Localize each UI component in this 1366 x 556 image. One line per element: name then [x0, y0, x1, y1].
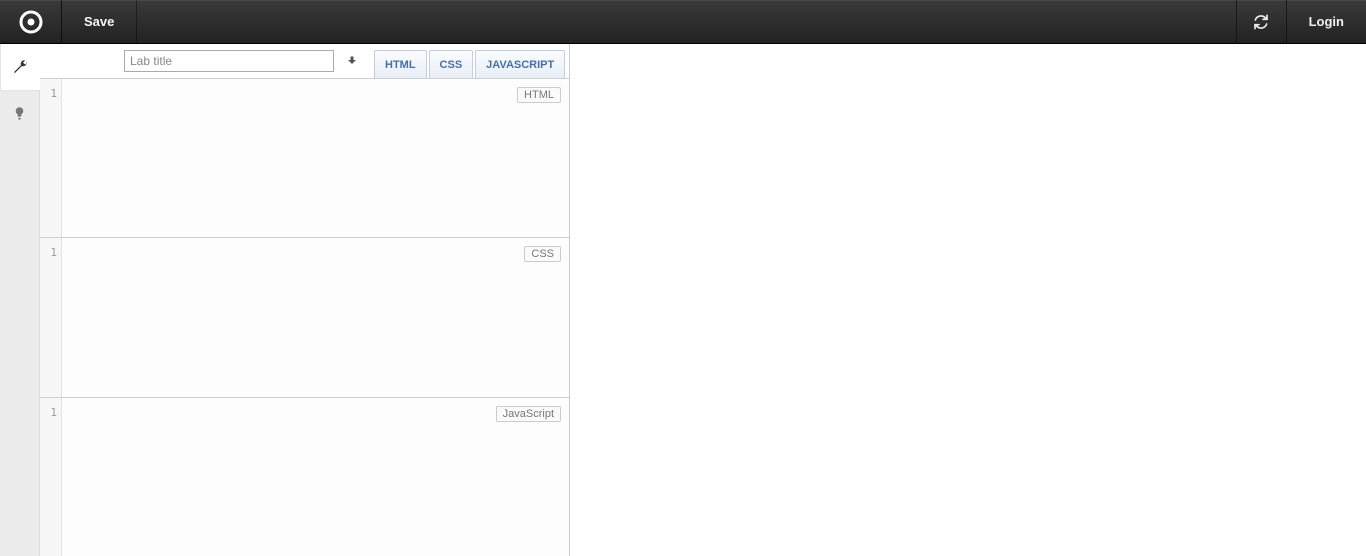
- tab-css-label: CSS: [440, 59, 463, 71]
- topbar-right: Login: [1236, 0, 1366, 43]
- preview-pane[interactable]: [570, 44, 1366, 556]
- gutter-css: 1: [40, 238, 62, 396]
- editors-column: HTML CSS JAVASCRIPT 1 HTML: [40, 44, 570, 556]
- body: HTML CSS JAVASCRIPT 1 HTML: [0, 44, 1366, 556]
- logo-icon: [19, 10, 43, 34]
- wrench-icon: [12, 59, 28, 75]
- tab-html[interactable]: HTML: [374, 50, 427, 78]
- pane-js: 1 JavaScript: [40, 397, 569, 556]
- lightbulb-icon: [12, 106, 27, 121]
- save-button[interactable]: Save: [62, 0, 137, 43]
- login-label: Login: [1309, 14, 1344, 29]
- line-number: 1: [50, 87, 57, 100]
- gutter-html: 1: [40, 79, 62, 237]
- tab-js-label: JAVASCRIPT: [486, 59, 554, 71]
- save-label: Save: [84, 14, 114, 29]
- refresh-icon: [1253, 14, 1269, 30]
- topbar: Save Login: [0, 0, 1366, 44]
- gutter-js: 1: [40, 398, 62, 556]
- editors-stack: 1 HTML 1 CSS 1 JavaScript: [40, 78, 569, 556]
- line-number: 1: [50, 406, 57, 419]
- code-area-html[interactable]: HTML: [62, 79, 569, 237]
- sidebar-item-hints[interactable]: [0, 90, 39, 136]
- pane-html: 1 HTML: [40, 78, 569, 237]
- tab-css[interactable]: CSS: [429, 50, 474, 78]
- refresh-button[interactable]: [1236, 0, 1286, 43]
- code-area-css[interactable]: CSS: [62, 238, 569, 396]
- line-number: 1: [50, 246, 57, 259]
- pane-badge-html[interactable]: HTML: [517, 87, 561, 103]
- pane-badge-css[interactable]: CSS: [524, 246, 561, 262]
- logo[interactable]: [0, 0, 62, 43]
- pane-css: 1 CSS: [40, 237, 569, 396]
- tab-html-label: HTML: [385, 59, 416, 71]
- sidebar: [0, 44, 40, 556]
- login-button[interactable]: Login: [1286, 0, 1366, 43]
- sidebar-item-settings[interactable]: [1, 44, 40, 90]
- pane-badge-js[interactable]: JavaScript: [496, 406, 561, 422]
- collapse-button[interactable]: [340, 50, 364, 72]
- tab-javascript[interactable]: JAVASCRIPT: [475, 50, 565, 78]
- topbar-left: Save: [0, 0, 137, 43]
- lab-title-input[interactable]: [124, 50, 334, 72]
- editor-tabs: HTML CSS JAVASCRIPT: [374, 44, 567, 78]
- arrow-down-icon: [346, 55, 358, 67]
- editors-toolbar: HTML CSS JAVASCRIPT: [40, 44, 569, 78]
- code-area-js[interactable]: JavaScript: [62, 398, 569, 556]
